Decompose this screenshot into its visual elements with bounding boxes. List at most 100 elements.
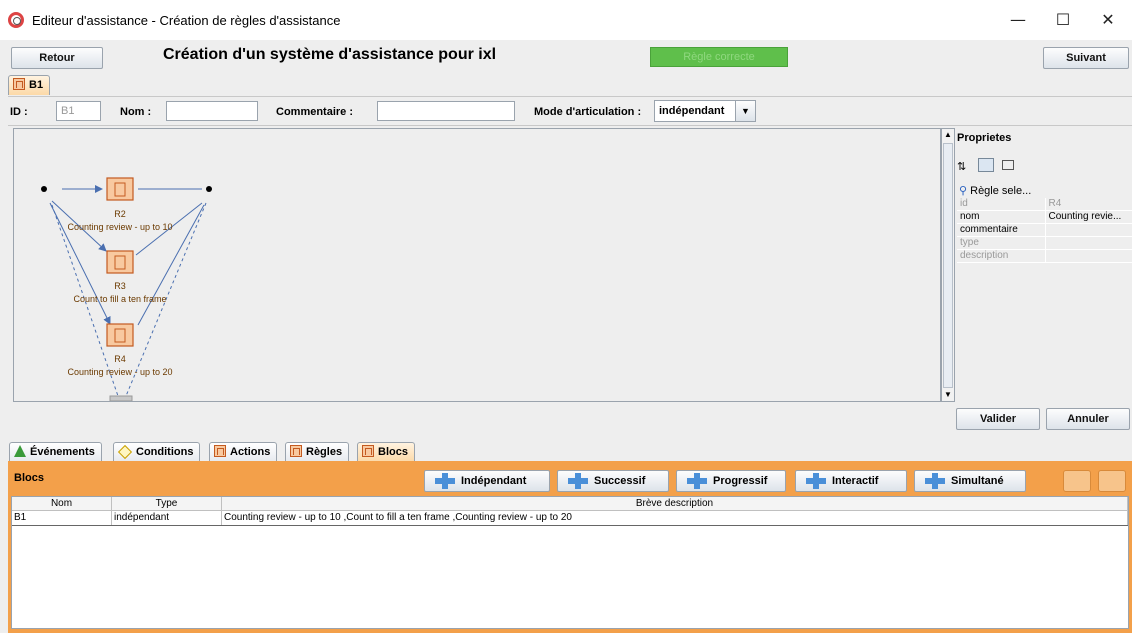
comment-field[interactable]	[377, 101, 515, 121]
add-simultane-button[interactable]: Simultané	[914, 470, 1026, 492]
plus-icon	[435, 473, 455, 489]
name-field[interactable]	[166, 101, 258, 121]
tab-conditions-label: Conditions	[136, 446, 194, 458]
event-icon	[14, 445, 26, 457]
plus-icon	[568, 473, 588, 489]
add-independant-label: Indépendant	[461, 475, 527, 487]
rule-graph: R2 Counting review - up to 10 R3 Count t…	[41, 177, 212, 402]
title-bar: Editeur d'assistance - Création de règle…	[0, 0, 1132, 40]
start-node	[41, 186, 47, 192]
table-header: Nom Type Brève description	[12, 497, 1128, 511]
bloc-icon	[13, 78, 25, 90]
add-interactif-label: Interactif	[832, 475, 879, 487]
tab-b1[interactable]: B1	[8, 75, 51, 95]
rule-icon	[290, 445, 302, 457]
svg-text:R3: R3	[114, 281, 126, 291]
description-icon[interactable]	[1001, 160, 1014, 170]
tab-blocs-label: Blocs	[378, 446, 408, 458]
tab-b1-label: B1	[29, 79, 44, 91]
comment-label: Commentaire :	[276, 106, 354, 118]
key-icon: ⚲	[959, 185, 968, 197]
rule-node-r2[interactable]: R2 Counting review - up to 10	[67, 177, 173, 232]
column-header-type[interactable]: Type	[112, 497, 222, 511]
tab-regles[interactable]: Règles	[285, 442, 350, 462]
tab-actions-label: Actions	[230, 446, 271, 458]
column-header-description[interactable]: Brève description	[222, 497, 1128, 511]
svg-text:R2: R2	[114, 209, 126, 219]
minimize-button[interactable]: —	[996, 6, 1040, 34]
property-row[interactable]: commentaire	[957, 223, 1132, 237]
mode-select[interactable]: indépendant ▼	[654, 100, 756, 122]
close-button[interactable]: ✕	[1086, 6, 1130, 34]
vertical-scrollbar[interactable]: ▲ ▼	[941, 128, 955, 402]
add-independant-button[interactable]: Indépendant	[424, 470, 550, 492]
scroll-down-icon[interactable]: ▼	[942, 389, 954, 401]
blocs-table: Nom Type Brève description B1 indépendan…	[11, 496, 1129, 629]
mode-label: Mode d'articulation :	[534, 106, 642, 118]
next-button[interactable]: Suivant	[1043, 47, 1129, 69]
svg-text:Counting review - up to 20: Counting review - up to 20	[67, 367, 172, 377]
add-progressif-button[interactable]: Progressif	[676, 470, 786, 492]
table-row[interactable]: B1 indépendant Counting review - up to 1…	[12, 511, 1128, 526]
tab-evenements[interactable]: Événements	[9, 442, 102, 462]
scroll-thumb[interactable]	[943, 143, 953, 388]
edit-icon[interactable]	[1063, 470, 1091, 492]
bloc-icon	[362, 445, 374, 457]
property-row[interactable]: id R4	[957, 198, 1132, 211]
properties-panel: Proprietes ⇅ ⚲ Règle sele... id R4 nom Cou…	[955, 128, 1132, 402]
selection-label: Règle sele...	[970, 185, 1032, 197]
app-window: Editeur d'assistance - Création de règle…	[0, 0, 1132, 633]
plus-icon	[925, 473, 945, 489]
trash-icon[interactable]	[1098, 470, 1126, 492]
selection-row: ⚲ Règle sele...	[959, 184, 1031, 197]
plus-icon	[687, 473, 707, 489]
plus-icon	[806, 473, 826, 489]
add-successif-button[interactable]: Successif	[557, 470, 669, 492]
column-header-nom[interactable]: Nom	[12, 497, 112, 511]
svg-text:R4: R4	[114, 354, 126, 364]
window-title: Editeur d'assistance - Création de règle…	[32, 13, 341, 28]
property-row[interactable]: type	[957, 236, 1132, 250]
properties-title: Proprietes	[957, 132, 1012, 144]
condition-icon	[117, 444, 133, 460]
tab-regles-label: Règles	[306, 446, 343, 458]
add-interactif-button[interactable]: Interactif	[795, 470, 907, 492]
cell-description: Counting review - up to 10 ,Count to fil…	[222, 511, 1128, 525]
status-bar: Règle correcte	[650, 47, 788, 67]
validate-button[interactable]: Valider	[956, 408, 1040, 430]
svg-text:Count to fill a ten frame: Count to fill a ten frame	[73, 294, 166, 304]
tab-actions[interactable]: Actions	[209, 442, 278, 462]
maximize-button[interactable]: ☐	[1041, 6, 1085, 34]
svg-text:Counting review - up to 10: Counting review - up to 10	[67, 222, 172, 232]
cell-nom: B1	[12, 511, 112, 525]
tab-evenements-label: Événements	[30, 446, 95, 458]
sort-alpha-icon[interactable]: ⇅	[957, 160, 975, 173]
properties-toolbar: ⇅	[957, 158, 1014, 173]
id-field[interactable]: B1	[56, 101, 101, 121]
cell-type: indépendant	[112, 511, 222, 525]
bloc-form: ID : B1 Nom : Commentaire : Mode d'artic…	[8, 96, 1132, 126]
action-icon	[214, 445, 226, 457]
tab-conditions[interactable]: Conditions	[113, 442, 201, 462]
add-progressif-label: Progressif	[713, 475, 768, 487]
tab-blocs[interactable]: Blocs	[357, 442, 415, 462]
end-marker	[109, 395, 133, 402]
blocs-panel-title: Blocs	[14, 472, 44, 484]
chevron-down-icon[interactable]: ▼	[735, 101, 755, 121]
id-label: ID :	[10, 106, 28, 118]
categorized-icon[interactable]	[978, 158, 995, 172]
scroll-up-icon[interactable]: ▲	[942, 129, 954, 141]
graph-canvas[interactable]: R2 Counting review - up to 10 R3 Count t…	[13, 128, 941, 402]
property-row[interactable]: nom Counting revie...	[957, 210, 1132, 224]
rule-node-r4[interactable]: R4 Counting review - up to 20	[67, 323, 173, 377]
mode-select-value: indépendant	[659, 105, 725, 117]
add-simultane-label: Simultané	[951, 475, 1004, 487]
page-title: Création d'un système d'assistance pour …	[163, 46, 497, 63]
back-button[interactable]: Retour	[11, 47, 103, 69]
end-node	[206, 186, 212, 192]
cancel-button[interactable]: Annuler	[1046, 408, 1130, 430]
property-row[interactable]: description	[957, 249, 1132, 263]
lifebuoy-icon	[8, 12, 24, 28]
add-successif-label: Successif	[594, 475, 646, 487]
blocs-panel: Blocs Indépendant Successif Progressif I…	[8, 461, 1132, 633]
